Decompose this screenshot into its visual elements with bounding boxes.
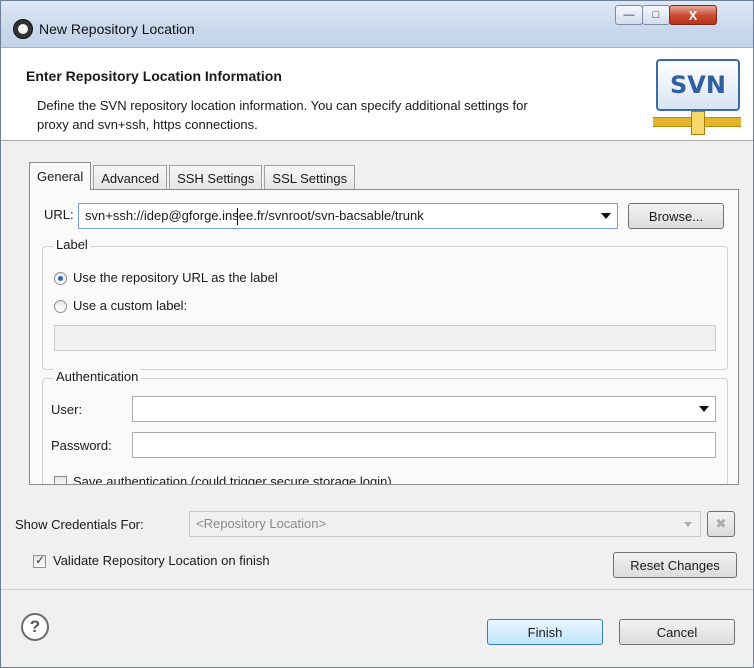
header-title: Enter Repository Location Information xyxy=(26,68,282,84)
label-group: Label Use the repository URL as the labe… xyxy=(42,237,728,370)
maximize-button[interactable]: □ xyxy=(642,5,670,25)
title-bar[interactable]: New Repository Location — □ X xyxy=(1,1,753,48)
dropdown-arrow-icon[interactable] xyxy=(601,213,611,219)
header-description: Define the SVN repository location infor… xyxy=(37,98,528,132)
tab-bar: General Advanced SSH Settings SSL Settin… xyxy=(29,162,357,190)
svn-logo-knob xyxy=(691,111,705,135)
close-button[interactable]: X xyxy=(669,5,717,25)
user-dropdown-arrow-icon[interactable] xyxy=(699,406,709,412)
tab-ssh-settings-label: SSH Settings xyxy=(177,170,255,186)
general-tab-panel: URL: svn+ssh://idep@gforge.insee.fr/svnr… xyxy=(29,189,739,485)
authentication-group: Authentication User: Password: Save auth… xyxy=(42,369,728,484)
footer-divider xyxy=(1,589,753,590)
eclipse-icon xyxy=(13,19,33,39)
radio-custom-label[interactable] xyxy=(54,300,67,313)
tab-ssl-settings[interactable]: SSL Settings xyxy=(264,165,356,190)
minimize-button[interactable]: — xyxy=(615,5,643,25)
tab-advanced[interactable]: Advanced xyxy=(93,165,168,190)
tab-general-label: General xyxy=(37,169,84,184)
show-credentials-value: <Repository Location> xyxy=(196,516,327,531)
password-label: Password: xyxy=(51,438,112,453)
radio-custom-label-label[interactable]: Use a custom label: xyxy=(73,298,187,313)
delete-credentials-icon[interactable]: ✖ xyxy=(707,511,735,537)
url-label: URL: xyxy=(44,207,74,222)
tab-ssl-settings-label: SSL Settings xyxy=(272,170,348,186)
help-icon[interactable]: ? xyxy=(21,613,49,641)
reset-changes-button[interactable]: Reset Changes xyxy=(613,552,737,578)
window-title: New Repository Location xyxy=(39,21,195,37)
show-credentials-arrow-icon xyxy=(684,522,692,527)
dialog-window: New Repository Location — □ X Enter Repo… xyxy=(0,0,754,668)
show-credentials-combo[interactable]: <Repository Location> xyxy=(189,511,701,537)
save-auth-label[interactable]: Save authentication (could trigger secur… xyxy=(73,474,392,484)
cancel-button[interactable]: Cancel xyxy=(619,619,735,645)
dialog-header: Enter Repository Location Information De… xyxy=(1,48,753,141)
label-group-legend: Label xyxy=(53,237,91,252)
tab-ssh-settings[interactable]: SSH Settings xyxy=(169,165,263,190)
show-credentials-label: Show Credentials For: xyxy=(15,517,144,532)
url-combo[interactable]: svn+ssh://idep@gforge.insee.fr/svnroot/s… xyxy=(78,203,618,229)
custom-label-field[interactable] xyxy=(54,325,716,351)
save-auth-checkbox[interactable] xyxy=(54,476,67,484)
finish-button[interactable]: Finish xyxy=(487,619,603,645)
url-value: svn+ssh://idep@gforge.insee.fr/svnroot/s… xyxy=(85,208,424,223)
validate-checkbox[interactable] xyxy=(33,553,46,568)
text-caret xyxy=(237,208,238,225)
password-field[interactable] xyxy=(132,432,716,458)
tab-advanced-label: Advanced xyxy=(101,170,160,186)
svn-logo: SVN xyxy=(653,59,741,137)
radio-use-repo-url[interactable] xyxy=(54,272,67,285)
user-combo[interactable] xyxy=(132,396,716,422)
tab-general[interactable]: General xyxy=(29,162,92,190)
browse-button[interactable]: Browse... xyxy=(628,203,724,229)
authentication-group-legend: Authentication xyxy=(53,369,142,384)
svn-logo-text: SVN xyxy=(656,59,740,111)
radio-use-repo-url-label[interactable]: Use the repository URL as the label xyxy=(73,270,278,285)
user-label: User: xyxy=(51,402,83,417)
validate-label[interactable]: Validate Repository Location on finish xyxy=(53,553,270,568)
